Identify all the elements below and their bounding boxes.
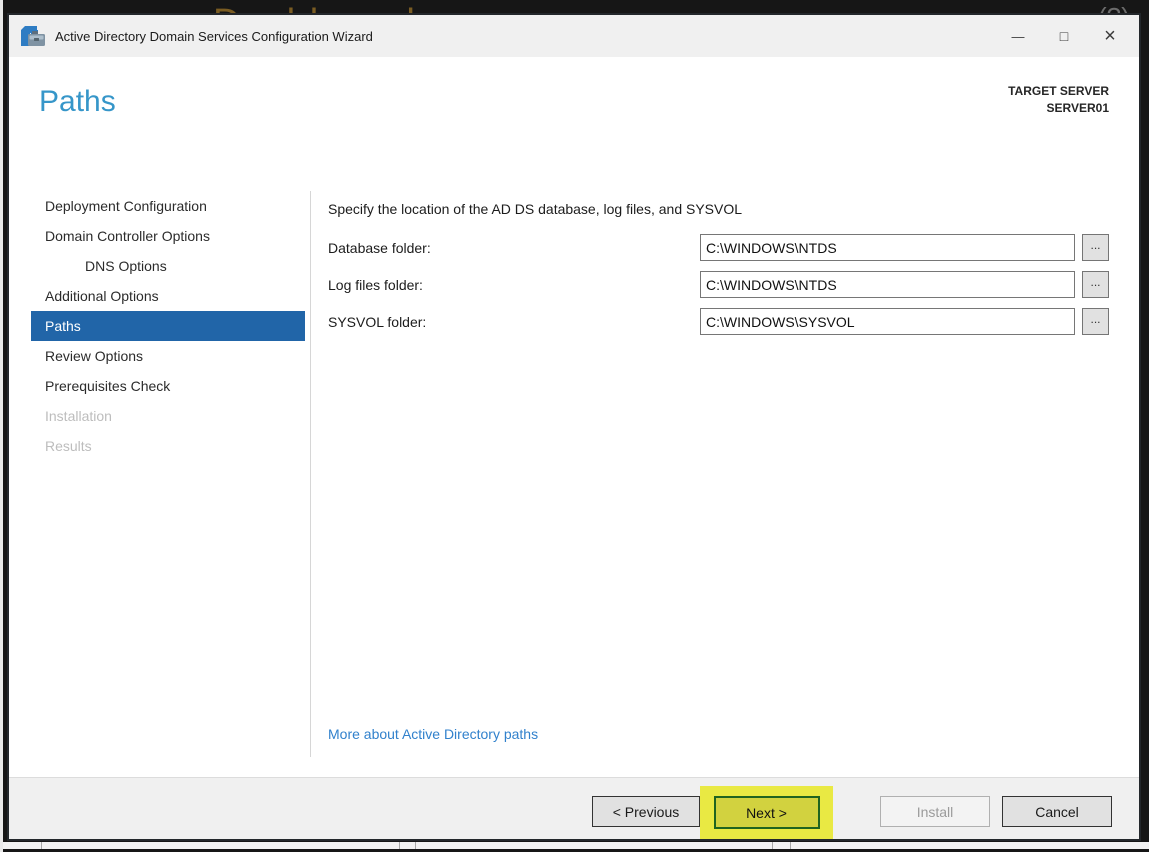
sysvol-folder-label: SYSVOL folder:	[328, 313, 427, 330]
background-gridline	[772, 842, 773, 849]
nav-item-prerequisites-check[interactable]: Prerequisites Check	[31, 371, 305, 401]
background-window-top: Dashboard (?)	[0, 0, 1149, 13]
page-title: Paths	[39, 85, 116, 118]
database-folder-input[interactable]	[700, 234, 1075, 261]
sysvol-folder-input[interactable]	[700, 308, 1075, 335]
cancel-button[interactable]: Cancel	[1002, 796, 1112, 827]
previous-button[interactable]: < Previous	[592, 796, 700, 827]
sidebar-divider	[310, 191, 311, 757]
background-gridline	[41, 842, 42, 849]
log-files-folder-label: Log files folder:	[328, 276, 423, 293]
more-about-paths-link[interactable]: More about Active Directory paths	[328, 726, 538, 742]
background-gridline	[399, 842, 400, 849]
sysvol-folder-browse-button[interactable]: ...	[1082, 308, 1109, 335]
close-icon[interactable]: ×	[1087, 15, 1133, 57]
nav-item-paths[interactable]: Paths	[31, 311, 305, 341]
log-files-folder-input[interactable]	[700, 271, 1075, 298]
next-button[interactable]: Next >	[713, 796, 820, 829]
target-server-label: TARGET SERVER	[1008, 84, 1109, 98]
install-button: Install	[880, 796, 990, 827]
wizard-app-icon	[21, 25, 45, 46]
footer-button-bar: < Previous Next > Install Cancel	[9, 777, 1139, 839]
background-window-edge	[0, 0, 3, 852]
title-bar[interactable]: Active Directory Domain Services Configu…	[9, 15, 1139, 57]
background-gridline	[790, 842, 791, 849]
nav-item-results: Results	[45, 438, 92, 454]
window-title: Active Directory Domain Services Configu…	[55, 28, 373, 44]
window-controls: — □ ×	[995, 15, 1133, 57]
background-gridline	[415, 842, 416, 849]
log-files-folder-browse-button[interactable]: ...	[1082, 271, 1109, 298]
nav-item-deployment-configuration[interactable]: Deployment Configuration	[31, 191, 305, 221]
wizard-step-nav: Deployment Configuration Domain Controll…	[31, 191, 305, 461]
background-right-fragment: (?)	[1098, 2, 1130, 13]
wizard-dialog: Active Directory Domain Services Configu…	[7, 13, 1141, 841]
sysvol-folder-row: SYSVOL folder: ...	[328, 308, 1118, 335]
nav-item-additional-options[interactable]: Additional Options	[31, 281, 305, 311]
minimize-icon[interactable]: —	[995, 15, 1041, 57]
database-folder-browse-button[interactable]: ...	[1082, 234, 1109, 261]
background-window-bottom	[3, 842, 1149, 849]
log-files-folder-row: Log files folder: ...	[328, 271, 1118, 298]
background-text-fragment: Dashboard	[213, 2, 417, 13]
instruction-text: Specify the location of the AD DS databa…	[328, 201, 743, 217]
database-folder-label: Database folder:	[328, 239, 431, 256]
database-folder-row: Database folder: ...	[328, 234, 1118, 261]
nav-item-dns-options[interactable]: DNS Options	[31, 251, 305, 281]
maximize-icon[interactable]: □	[1041, 15, 1087, 57]
path-fields: Database folder: ... Log files folder: .…	[328, 234, 1118, 345]
nav-item-installation: Installation	[45, 408, 112, 424]
target-server-info: TARGET SERVER SERVER01	[1008, 83, 1109, 117]
next-button-highlight: Next >	[700, 786, 833, 839]
target-server-name: SERVER01	[1046, 101, 1109, 115]
nav-item-review-options[interactable]: Review Options	[31, 341, 305, 371]
nav-item-domain-controller-options[interactable]: Domain Controller Options	[31, 221, 305, 251]
